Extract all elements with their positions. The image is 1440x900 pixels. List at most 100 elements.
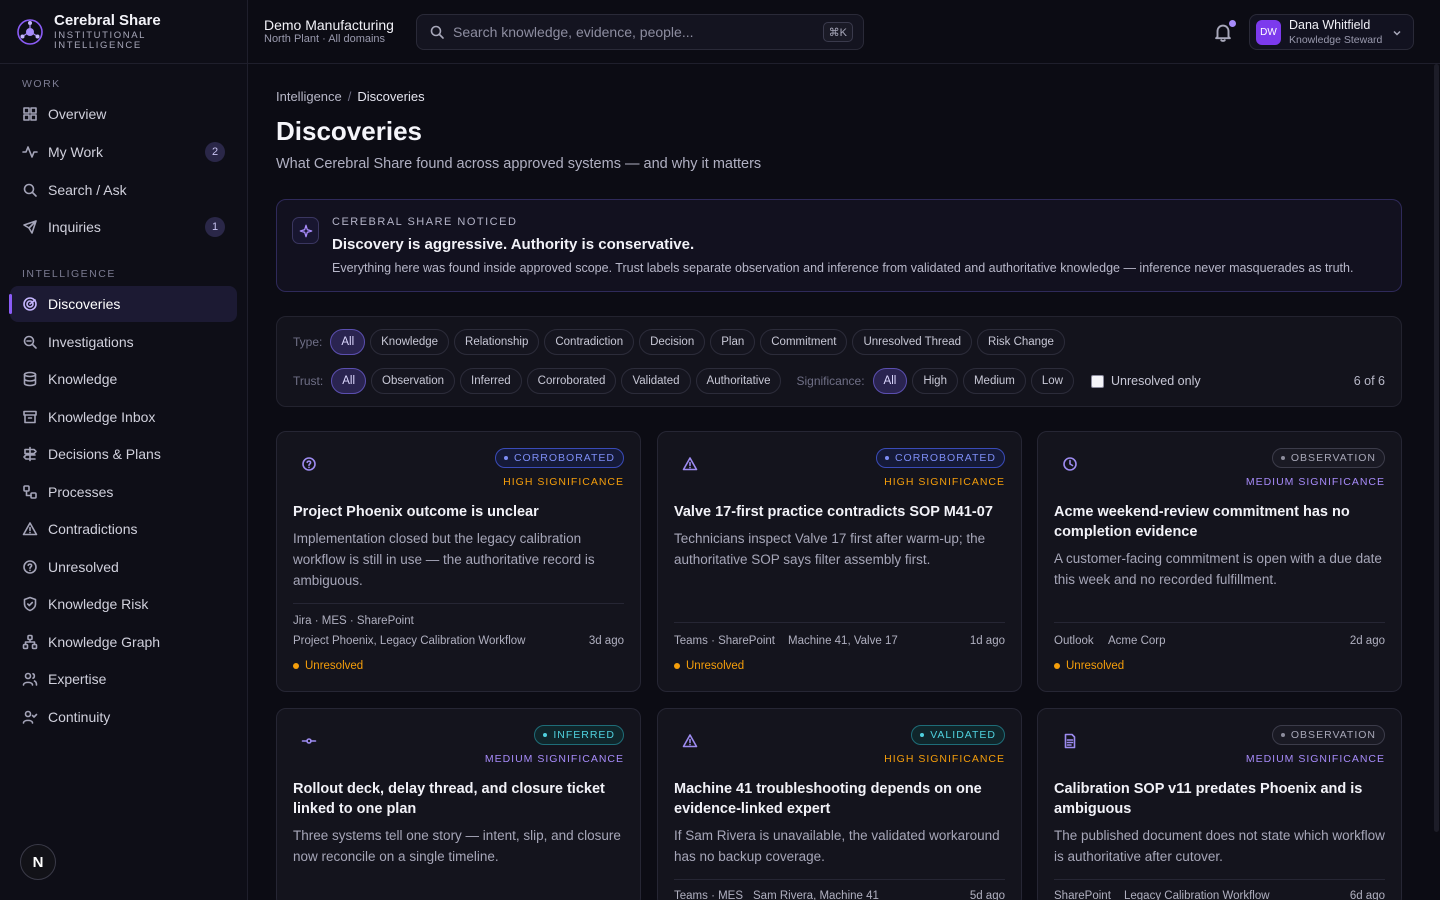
sidebar-item-label: My Work <box>48 144 103 160</box>
card-sources: SharePoint <box>1054 890 1111 900</box>
discovery-card[interactable]: INFERRED MEDIUM SIGNIFICANCE Rollout dec… <box>276 708 641 900</box>
significance-chip-all[interactable]: All <box>872 368 908 394</box>
significance-label: HIGH SIGNIFICANCE <box>503 476 624 488</box>
card-divider <box>1054 622 1385 623</box>
unresolved-only-label: Unresolved only <box>1110 374 1201 388</box>
help-circle-icon <box>22 559 38 575</box>
type-chip-relationship[interactable]: Relationship <box>454 329 540 355</box>
sidebar-item-expertise[interactable]: Expertise <box>10 661 237 697</box>
trust-chip-corroborated[interactable]: Corroborated <box>526 368 617 394</box>
unresolved-only-toggle[interactable]: Unresolved only <box>1090 374 1201 388</box>
sidebar-item-contradictions[interactable]: Contradictions <box>10 511 237 547</box>
trust-badge: VALIDATED <box>911 725 1005 745</box>
org-switcher[interactable]: Demo Manufacturing North Plant · All dom… <box>264 17 394 46</box>
type-chip-contradiction[interactable]: Contradiction <box>544 329 635 355</box>
sidebar-item-my-work[interactable]: My Work 2 <box>10 134 237 170</box>
card-description: Implementation closed but the legacy cal… <box>293 531 595 588</box>
sidebar-item-decisions-plans[interactable]: Decisions & Plans <box>10 436 237 472</box>
main-content: Intelligence / Discoveries Discoveries Wha… <box>248 64 1440 900</box>
type-chip-knowledge[interactable]: Knowledge <box>370 329 450 355</box>
card-description: A customer-facing commitment is open wit… <box>1054 551 1382 587</box>
significance-label: MEDIUM SIGNIFICANCE <box>1245 476 1385 488</box>
unresolved-only-checkbox[interactable] <box>1090 374 1104 388</box>
status-label: Unresolved <box>305 660 364 672</box>
type-chip-commitment[interactable]: Commitment <box>760 329 848 355</box>
card-title: Acme weekend-review commitment has no co… <box>1054 504 1350 540</box>
type-chip-decision[interactable]: Decision <box>639 329 706 355</box>
topbar: Demo Manufacturing North Plant · All dom… <box>248 0 1440 64</box>
org-scope: North Plant · All domains <box>264 33 386 45</box>
card-age: 5d ago <box>969 890 1005 900</box>
type-chip-unresolved-thread[interactable]: Unresolved Thread <box>852 329 973 355</box>
sidebar-item-processes[interactable]: Processes <box>10 474 237 510</box>
sidebar-item-investigations[interactable]: Investigations <box>10 324 237 360</box>
sidebar-item-knowledge-graph[interactable]: Knowledge Graph <box>10 624 237 660</box>
trust-badge-label: CORROBORATED <box>513 452 615 464</box>
discovery-card[interactable]: CORROBORATED HIGH SIGNIFICANCE Project P… <box>276 431 641 692</box>
scrollbar-thumb[interactable] <box>1434 64 1439 832</box>
sidebar-item-continuity[interactable]: Continuity <box>10 699 237 735</box>
footer-avatar[interactable]: N <box>20 844 56 880</box>
brand[interactable]: Cerebral Share INSTITUTIONAL INTELLIGENC… <box>0 0 247 64</box>
sidebar-item-label: Knowledge Risk <box>48 596 149 612</box>
main-scrollbar[interactable] <box>1432 64 1440 832</box>
type-filter-row: Type: All Knowledge Relationship Contrad… <box>293 329 1070 355</box>
notifications-button[interactable] <box>1212 20 1236 44</box>
count-badge: 1 <box>205 217 225 237</box>
trust-badge-label: INFERRED <box>553 729 615 741</box>
trust-badge: CORROBORATED <box>494 448 624 468</box>
card-title: Valve 17-first practice contradicts SOP … <box>674 504 993 520</box>
card-entities: Legacy Calibration Workflow <box>1124 890 1270 900</box>
sidebar-item-knowledge-risk[interactable]: Knowledge Risk <box>10 586 237 622</box>
search-input[interactable] <box>453 24 813 40</box>
discovery-card[interactable]: OBSERVATION MEDIUM SIGNIFICANCE Acme wee… <box>1037 431 1402 692</box>
card-title: Machine 41 troubleshooting depends on on… <box>674 781 982 817</box>
significance-chip-medium[interactable]: Medium <box>962 368 1026 394</box>
breadcrumb: Intelligence / Discoveries <box>276 89 425 104</box>
sidebar-item-label: Discoveries <box>48 296 121 312</box>
sidebar-item-knowledge[interactable]: Knowledge <box>10 361 237 397</box>
search-bar[interactable]: ⌘K <box>416 14 864 50</box>
workflow-icon <box>22 484 38 500</box>
trust-chip-validated[interactable]: Validated <box>621 368 691 394</box>
trust-chip-inferred[interactable]: Inferred <box>460 368 522 394</box>
type-chip-plan[interactable]: Plan <box>710 329 756 355</box>
search-icon <box>22 182 38 198</box>
sidebar-item-label: Expertise <box>48 671 107 687</box>
card-divider <box>1054 879 1385 880</box>
sidebar-item-inquiries[interactable]: Inquiries 1 <box>10 209 237 245</box>
discovery-card[interactable]: VALIDATED HIGH SIGNIFICANCE Machine 41 t… <box>657 708 1022 900</box>
trust-badge-label: VALIDATED <box>930 729 996 741</box>
user-name: Dana Whitfield <box>1289 17 1371 32</box>
sidebar-item-search-ask[interactable]: Search / Ask <box>10 172 237 208</box>
trust-badge-label: CORROBORATED <box>894 452 996 464</box>
trust-chip-observation[interactable]: Observation <box>371 368 456 394</box>
type-chip-risk-change[interactable]: Risk Change <box>977 329 1065 355</box>
trust-filter-row: Trust: All Observation Inferred Corrobor… <box>293 368 1201 394</box>
trust-badge: CORROBORATED <box>875 448 1005 468</box>
chevron-down-icon <box>1393 30 1401 36</box>
magnify-icon <box>22 334 38 350</box>
result-count: 6 of 6 <box>1353 374 1385 388</box>
discovery-card[interactable]: OBSERVATION MEDIUM SIGNIFICANCE Calibrat… <box>1037 708 1402 900</box>
notice-body: Everything here was found inside approve… <box>332 261 1354 275</box>
card-divider <box>674 879 1005 880</box>
discovery-card[interactable]: CORROBORATED HIGH SIGNIFICANCE Valve 17-… <box>657 431 1022 692</box>
type-filter-label: Type: <box>293 335 323 349</box>
trust-chip-authoritative[interactable]: Authoritative <box>695 368 782 394</box>
user-menu[interactable]: DW Dana Whitfield Knowledge Steward <box>1249 14 1414 50</box>
card-entities: Machine 41, Valve 17 <box>788 635 898 647</box>
breadcrumb-root[interactable]: Intelligence <box>276 89 342 104</box>
avatar: DW <box>1256 19 1281 45</box>
card-entities: Sam Rivera, Machine 41 <box>753 890 879 900</box>
trust-chip-all[interactable]: All <box>331 368 367 394</box>
sidebar-item-unresolved[interactable]: Unresolved <box>10 549 237 585</box>
significance-chip-high[interactable]: High <box>912 368 958 394</box>
significance-chip-low[interactable]: Low <box>1030 368 1074 394</box>
notification-dot <box>1229 20 1236 27</box>
sidebar-item-discoveries[interactable]: Discoveries <box>9 286 237 322</box>
type-chip-all[interactable]: All <box>330 329 366 355</box>
nav-section-intelligence: INTELLIGENCE <box>22 268 116 280</box>
sidebar-item-overview[interactable]: Overview <box>10 96 237 132</box>
sidebar-item-knowledge-inbox[interactable]: Knowledge Inbox <box>10 399 237 435</box>
